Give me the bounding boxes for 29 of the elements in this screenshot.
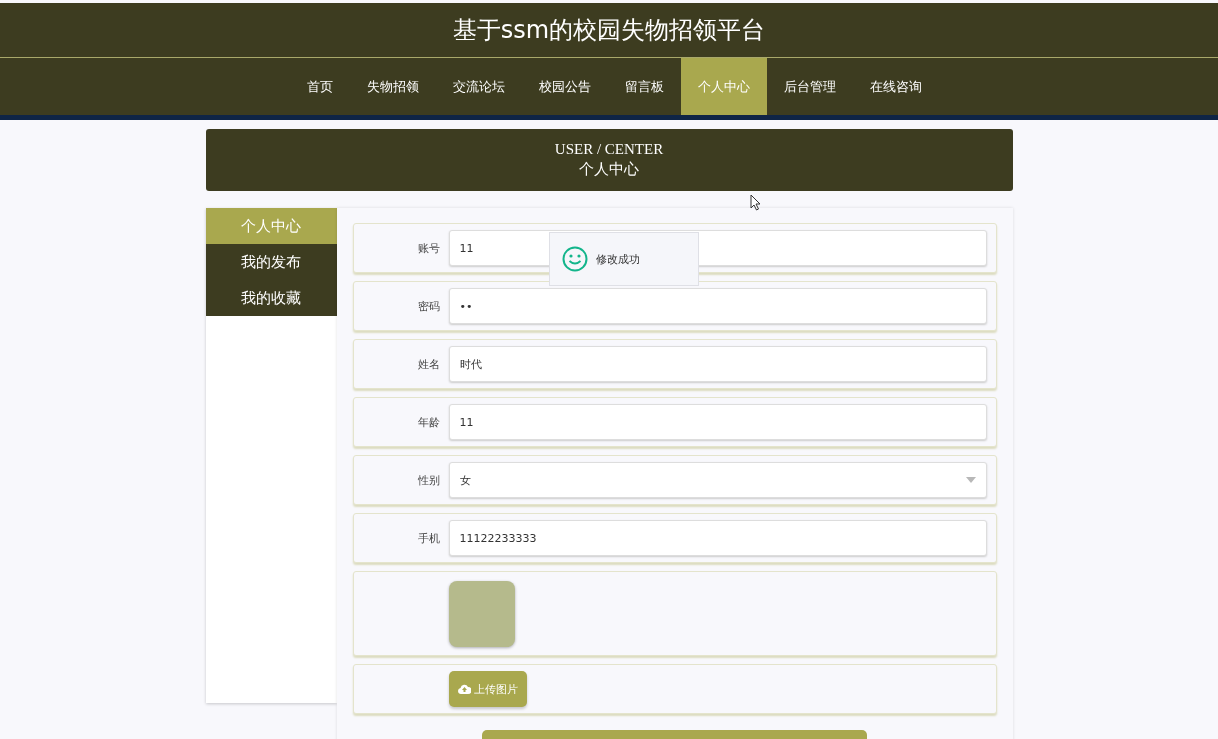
nav-tab[interactable]: 交流论坛 (435, 58, 522, 115)
nav-tab[interactable]: 在线咨询 (852, 58, 939, 115)
select-value: 女 (459, 472, 471, 488)
sidebar-item[interactable]: 我的发布 (205, 244, 337, 280)
sidebar-item[interactable]: 我的收藏 (205, 280, 337, 316)
field-label: 密码 (416, 298, 440, 314)
field-label: 账号 (416, 240, 440, 256)
nav-tab[interactable]: 后台管理 (766, 58, 853, 115)
banner-subtitle: 个人中心 (579, 160, 639, 179)
caret-icon (965, 477, 976, 483)
input-field[interactable]: •• (448, 288, 987, 324)
input-field[interactable]: 时代 (448, 346, 987, 382)
nav-tab[interactable]: 留言板 (607, 58, 681, 115)
smiley-icon (562, 246, 588, 272)
field-label: 手机 (416, 530, 440, 546)
cloud-upload-icon (457, 684, 471, 694)
nav-tab[interactable]: 校园公告 (521, 58, 608, 115)
nav-tab[interactable]: 首页 (289, 58, 350, 115)
photo-placeholder (448, 580, 515, 647)
field-label: 姓名 (416, 356, 440, 372)
field-label: 性别 (416, 472, 440, 488)
select-field[interactable]: 女 (448, 462, 987, 498)
site-title: 基于ssm的校园失物招领平台 (452, 15, 766, 46)
toast-text: 修改成功 (596, 251, 640, 267)
banner-title: USER / CENTER (554, 141, 664, 158)
input-field[interactable]: 11122233333 (448, 520, 987, 556)
input-field[interactable]: 11 (448, 404, 987, 440)
field-label: 年龄 (416, 414, 440, 430)
nav-tab[interactable]: 失物招领 (349, 58, 436, 115)
